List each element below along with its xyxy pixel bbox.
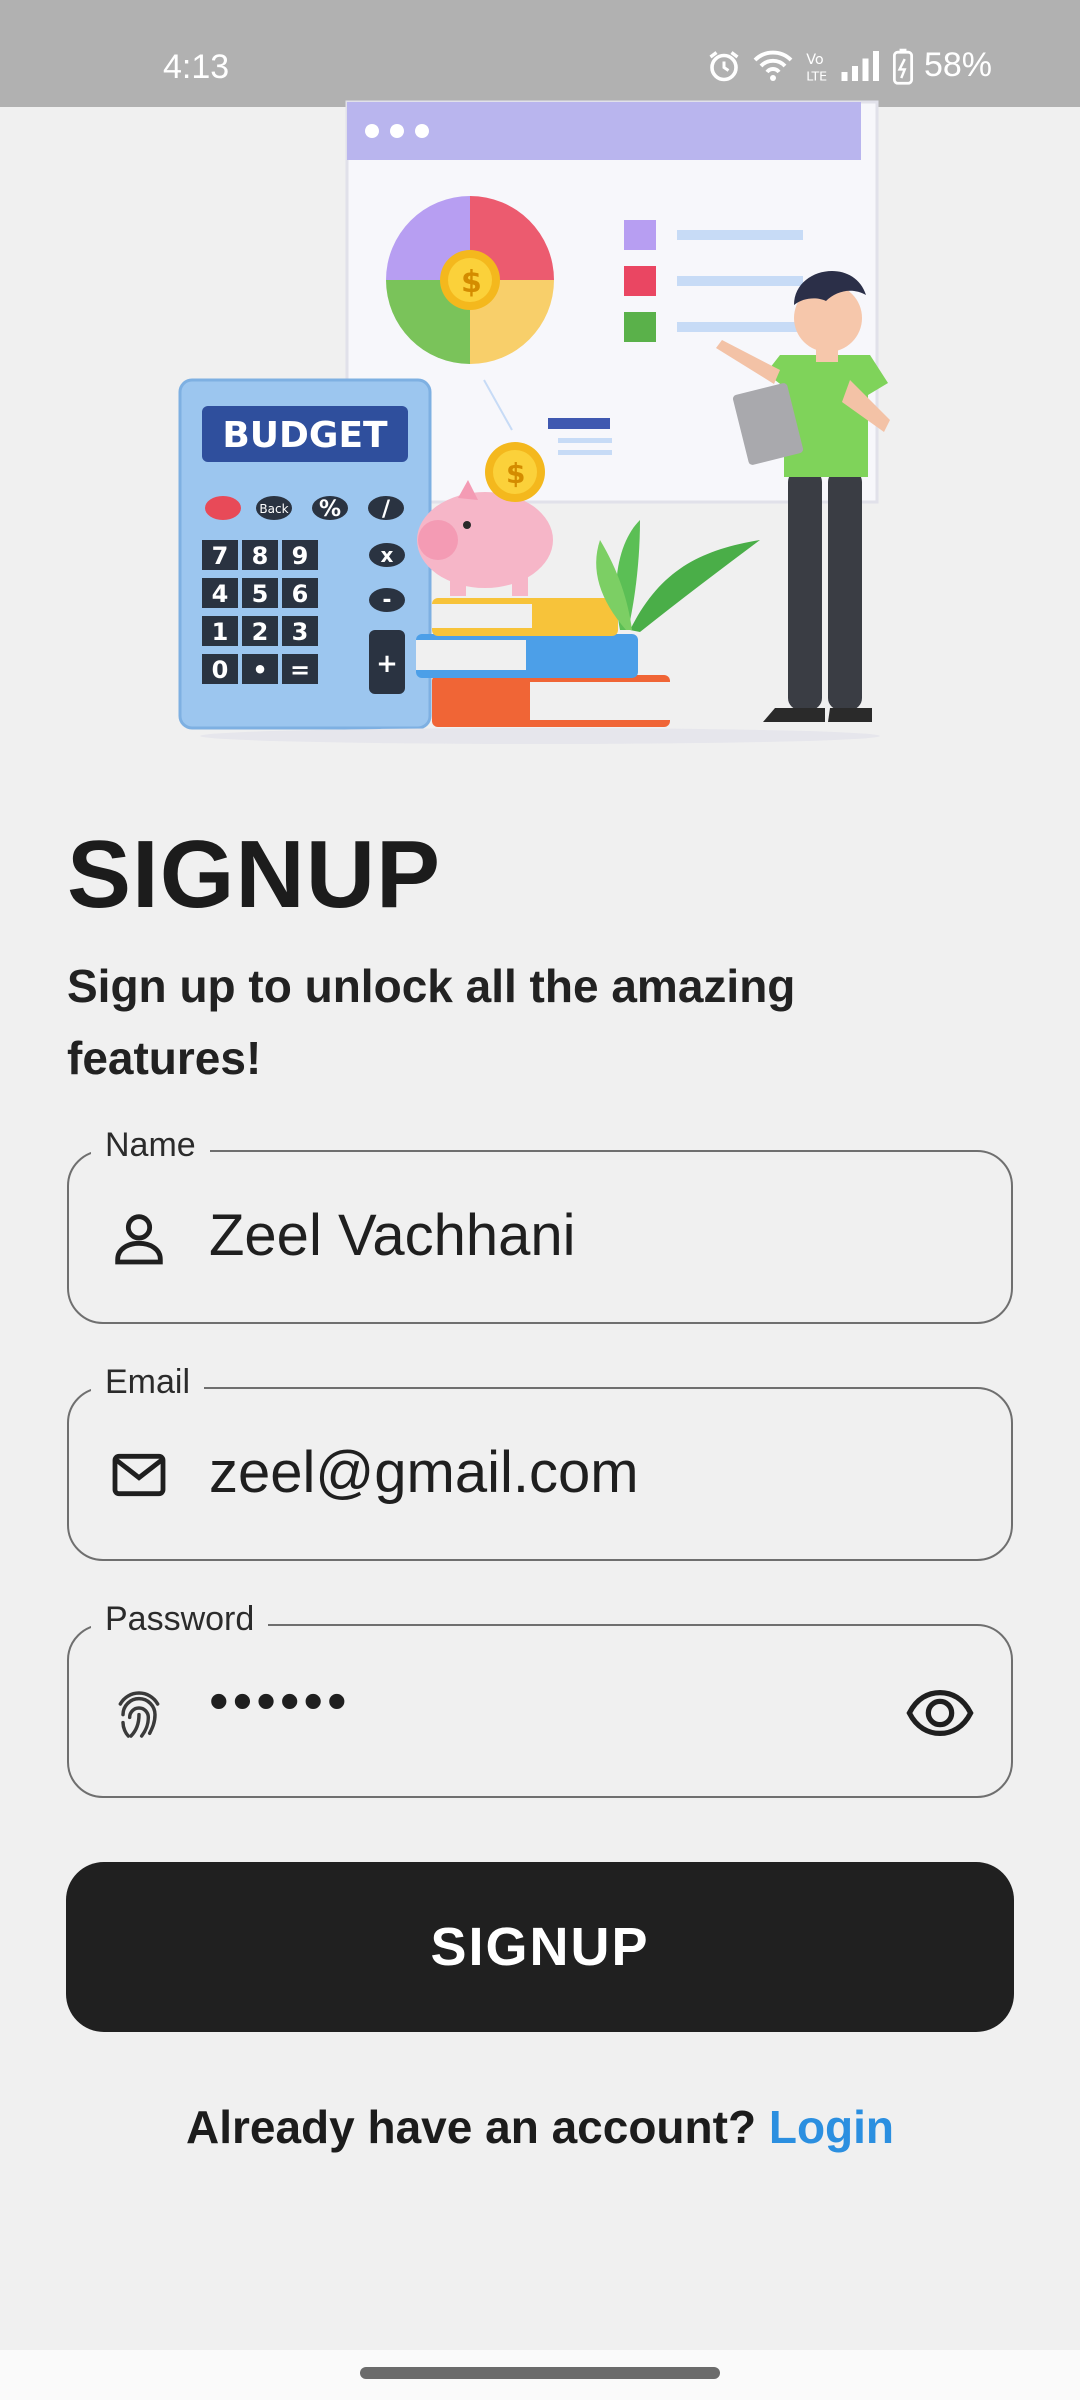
svg-text:2: 2 <box>252 618 269 646</box>
password-input[interactable]: •••••• <box>209 1668 351 1733</box>
calculator-illustration: BUDGET Back % / 789 456 123 0 • = x - + <box>178 378 432 730</box>
battery-icon <box>892 48 913 85</box>
budget-illustration: $ BUDGET Back % / 789 456 123 0 • = x - … <box>178 100 890 744</box>
fingerprint-icon <box>118 1691 160 1738</box>
email-field[interactable]: Email zeel@gmail.com <box>67 1363 1013 1561</box>
login-link[interactable]: Login <box>769 2101 894 2153</box>
page-subtitle: Sign up to unlock all the amazing featur… <box>67 960 796 1084</box>
svg-text:=: = <box>290 656 310 684</box>
login-prompt-text: Already have an account? <box>185 2101 769 2153</box>
email-input[interactable]: zeel@gmail.com <box>209 1439 639 1506</box>
svg-text:3: 3 <box>292 618 309 646</box>
svg-text:4: 4 <box>212 580 229 608</box>
name-input[interactable]: Zeel Vachhani <box>209 1202 576 1269</box>
volte-icon: VoLTE <box>806 52 827 83</box>
password-field-label: Password <box>91 1600 269 1639</box>
mail-icon <box>112 1453 166 1497</box>
svg-text:x: x <box>381 543 394 567</box>
person-icon <box>115 1214 163 1265</box>
svg-text:-: - <box>382 588 391 613</box>
svg-text:+: + <box>376 649 398 679</box>
wifi-icon <box>753 50 793 81</box>
svg-text:1: 1 <box>212 618 229 646</box>
svg-text:$: $ <box>461 265 482 300</box>
svg-text:•: • <box>252 656 267 684</box>
battery-percent: 58% <box>923 46 992 84</box>
status-bar: 4:13 Vo LTE 58% <box>0 0 1080 107</box>
svg-text:Vo: Vo <box>806 52 824 68</box>
svg-text:BUDGET: BUDGET <box>222 415 388 456</box>
svg-text:$: $ <box>506 457 525 490</box>
svg-text:7: 7 <box>212 542 229 570</box>
plant-illustration <box>596 520 760 632</box>
svg-text:Back: Back <box>259 502 288 516</box>
alarm-icon <box>709 50 739 81</box>
svg-text:LTE: LTE <box>806 68 827 83</box>
name-field-label: Name <box>91 1126 210 1165</box>
svg-text:/: / <box>382 497 391 522</box>
home-gesture-handle[interactable] <box>360 2367 720 2379</box>
signal-icon <box>841 50 879 81</box>
name-field[interactable]: Name Zeel Vachhani <box>67 1126 1013 1324</box>
email-field-label: Email <box>91 1363 205 1402</box>
svg-text:%: % <box>319 497 341 522</box>
signup-button[interactable]: SIGNUP <box>66 1862 1014 2032</box>
login-prompt: Already have an account? Login <box>0 2100 1080 2154</box>
status-icons: Vo LTE 58% <box>706 46 992 85</box>
password-field[interactable]: Password •••••• <box>67 1600 1013 1798</box>
status-time: 4:13 <box>163 48 230 86</box>
svg-text:8: 8 <box>252 542 269 570</box>
svg-text:9: 9 <box>292 542 309 570</box>
svg-text:0: 0 <box>212 656 229 684</box>
svg-text:6: 6 <box>292 580 309 608</box>
eye-icon[interactable] <box>905 1678 975 1748</box>
page-title: SIGNUP <box>67 821 442 928</box>
books-illustration <box>416 598 670 727</box>
svg-text:5: 5 <box>252 580 269 608</box>
